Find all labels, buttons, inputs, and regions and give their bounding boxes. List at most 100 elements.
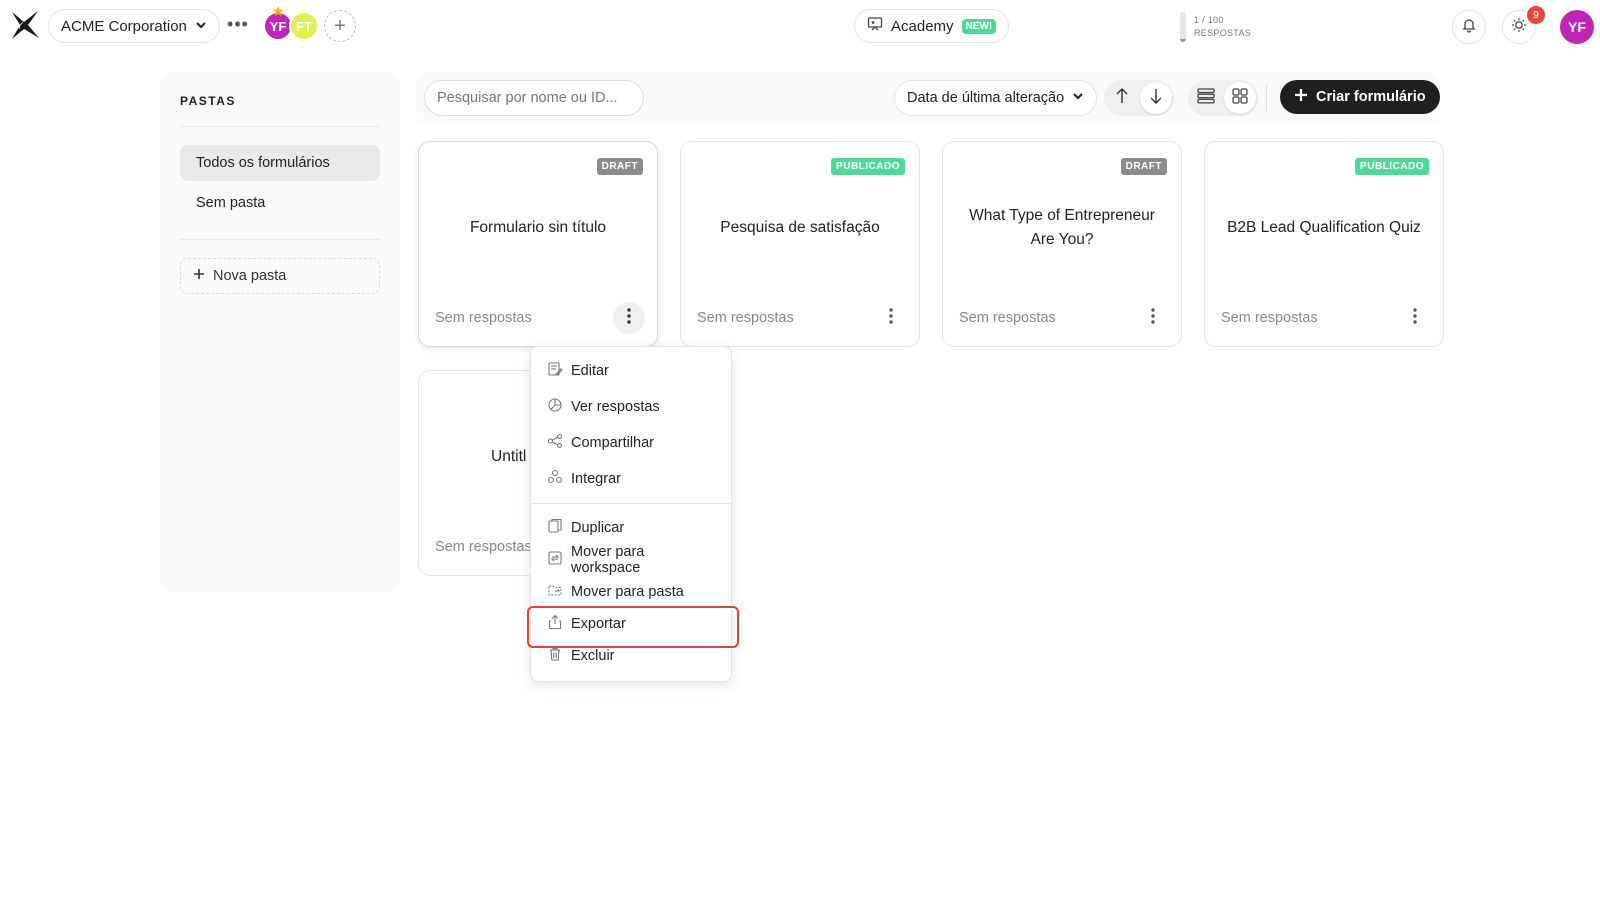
divider — [180, 126, 380, 127]
status-badge: DRAFT — [596, 158, 643, 175]
arrow-up-icon — [1115, 87, 1129, 110]
card-menu-button[interactable] — [613, 302, 645, 334]
status-badge: PUBLICADO — [1355, 158, 1429, 175]
new-folder-label: Nova pasta — [213, 268, 287, 284]
kebab-menu-icon — [1151, 308, 1155, 328]
more-options-button[interactable]: ••• — [226, 14, 250, 38]
sidebar-item-no-folder[interactable]: Sem pasta — [180, 185, 380, 221]
sidebar-item-label: Todos os formulários — [196, 155, 330, 171]
menu-item-move-workspace[interactable]: Mover para workspace — [531, 544, 731, 576]
toolbar-divider — [1266, 84, 1267, 112]
sidebar-item-label: Sem pasta — [196, 195, 266, 211]
card-menu-button[interactable] — [1137, 302, 1169, 334]
form-title: B2B Lead Qualification Quiz — [1227, 219, 1421, 236]
user-avatar[interactable]: YF — [1560, 10, 1594, 44]
sort-label: Data de última alteração — [907, 90, 1065, 106]
menu-item-label: Ver respostas — [571, 399, 660, 415]
share-icon — [547, 433, 563, 453]
list-view-button[interactable] — [1190, 82, 1222, 114]
move-folder-icon — [547, 582, 563, 602]
trash-icon — [547, 646, 563, 666]
export-icon — [547, 614, 563, 634]
form-card[interactable]: DRAFT Formulario sin título Sem resposta… — [418, 141, 658, 347]
grid-view-button[interactable] — [1224, 82, 1256, 114]
bell-icon — [1461, 17, 1477, 38]
divider — [180, 239, 380, 240]
status-badge: PUBLICADO — [831, 158, 905, 175]
list-icon — [1197, 87, 1215, 109]
status-badge: DRAFT — [1120, 158, 1167, 175]
responses-usage-bar — [1180, 12, 1186, 42]
menu-item-view-responses[interactable]: Ver respostas — [531, 389, 731, 425]
menu-item-label: Integrar — [571, 471, 621, 487]
responses-status: Sem respostas — [435, 539, 532, 555]
forms-toolbar: Data de última alteração — [416, 72, 1440, 124]
menu-item-label: Excluir — [571, 648, 615, 664]
duplicate-icon — [547, 518, 563, 538]
app-logo-icon[interactable]: Y — [8, 8, 42, 42]
kebab-menu-icon — [1413, 308, 1417, 328]
card-context-menu: Editar Ver respostas Compartilhar Integr… — [530, 346, 732, 682]
form-title: Pesquisa de satisfação — [720, 219, 880, 236]
sidebar-title: PASTAS — [180, 94, 236, 108]
owner-star-icon: ★ — [272, 3, 285, 19]
kebab-menu-icon — [889, 308, 893, 328]
plus-icon — [193, 268, 205, 284]
responses-label: RESPOSTAS — [1194, 28, 1252, 38]
plus-icon — [1294, 88, 1308, 106]
view-mode-toggle — [1188, 80, 1258, 116]
menu-item-label: Compartilhar — [571, 435, 654, 451]
add-member-button[interactable]: + — [324, 10, 356, 42]
workspace-switcher[interactable]: ACME Corporation — [48, 9, 220, 43]
card-menu-button[interactable] — [1399, 302, 1431, 334]
form-card[interactable]: PUBLICADO Pesquisa de satisfação Sem res… — [680, 141, 920, 347]
notification-count-badge: 9 — [1527, 6, 1545, 24]
new-folder-button[interactable]: Nova pasta — [180, 258, 380, 294]
arrow-down-icon — [1149, 87, 1163, 110]
menu-item-label: Exportar — [571, 616, 626, 632]
responses-counter: 1 / 100 RESPOSTAS — [1180, 11, 1251, 43]
new-badge: NEW! — [961, 18, 997, 34]
create-form-button[interactable]: Criar formulário — [1280, 80, 1440, 114]
pie-chart-icon — [547, 397, 563, 417]
sort-dropdown[interactable]: Data de última alteração — [894, 80, 1098, 116]
responses-status: Sem respostas — [435, 310, 532, 326]
create-form-label: Criar formulário — [1316, 89, 1426, 105]
member-avatar[interactable]: FT — [289, 11, 319, 41]
menu-item-label: Editar — [571, 363, 609, 379]
form-card[interactable]: DRAFT What Type of Entrepreneur Are You?… — [942, 141, 1182, 347]
menu-item-label: Duplicar — [571, 520, 625, 536]
menu-item-export[interactable]: Exportar — [531, 608, 731, 640]
form-card[interactable]: PUBLICADO B2B Lead Qualification Quiz Se… — [1204, 141, 1444, 347]
edit-icon — [547, 361, 563, 381]
academy-icon — [867, 16, 883, 36]
sort-descending-button[interactable] — [1140, 82, 1172, 114]
responses-status: Sem respostas — [697, 310, 794, 326]
sidebar-item-all-forms[interactable]: Todos os formulários — [180, 145, 380, 181]
menu-item-move-folder[interactable]: Mover para pasta — [531, 576, 731, 608]
menu-item-share[interactable]: Compartilhar — [531, 425, 731, 461]
menu-item-integrate[interactable]: Integrar — [531, 461, 731, 497]
notifications-button[interactable] — [1452, 10, 1486, 44]
move-workspace-icon — [547, 550, 563, 570]
form-title: Formulario sin título — [469, 219, 607, 236]
top-bar: Y ACME Corporation ••• YF ★ FT + Academy… — [0, 0, 1600, 54]
sort-ascending-button[interactable] — [1106, 82, 1138, 114]
folders-sidebar: PASTAS Todos os formulários Sem pasta No… — [160, 72, 400, 592]
responses-status: Sem respostas — [959, 310, 1056, 326]
workspace-name: ACME Corporation — [61, 17, 187, 35]
chevron-down-icon — [1072, 90, 1084, 106]
menu-item-delete[interactable]: Excluir — [531, 640, 731, 672]
chevron-down-icon — [195, 18, 207, 35]
menu-divider — [531, 503, 731, 504]
card-menu-button[interactable] — [875, 302, 907, 334]
academy-button[interactable]: Academy NEW! — [854, 9, 1010, 43]
responses-status: Sem respostas — [1221, 310, 1318, 326]
sort-direction-toggle — [1104, 80, 1174, 116]
academy-label: Academy — [891, 17, 954, 35]
search-input[interactable] — [424, 80, 644, 116]
form-title: What Type of Entrepreneur Are You? — [969, 207, 1155, 248]
kebab-menu-icon — [627, 308, 631, 328]
menu-item-edit[interactable]: Editar — [531, 353, 731, 389]
menu-item-duplicate[interactable]: Duplicar — [531, 512, 731, 544]
